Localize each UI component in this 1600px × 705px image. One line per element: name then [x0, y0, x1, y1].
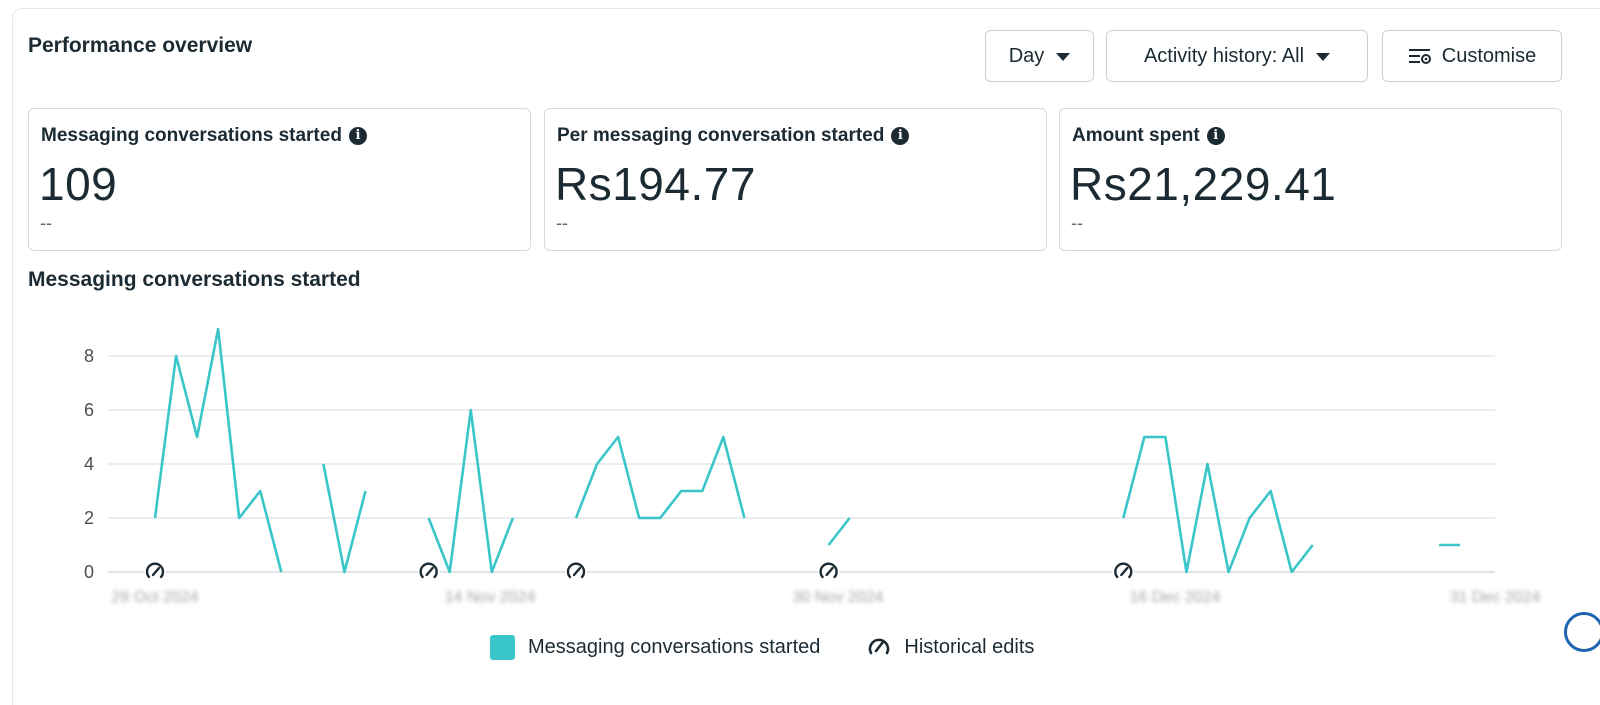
line-chart[interactable]: 0 2 4 6 8 29 Oct 2024 14 Nov 2024 30 Nov 2024 1… [0, 0, 1600, 704]
chart-legend: Messaging conversations started Historic… [490, 634, 1034, 660]
x-tick-label: 31 Dec 2024 [1450, 589, 1541, 606]
series-line-segment[interactable] [427, 408, 515, 574]
historical-edit-marker[interactable] [1112, 561, 1135, 583]
historical-edit-icon [869, 638, 890, 655]
x-tick-label: 16 Dec 2024 [1130, 589, 1221, 606]
y-tick-label: 6 [84, 400, 94, 420]
series-line-segment[interactable] [827, 517, 851, 546]
x-tick-label: 14 Nov 2024 [445, 589, 536, 606]
help-button[interactable] [1564, 612, 1600, 652]
historical-edit-marker[interactable] [565, 561, 587, 583]
legend-series-label: Messaging conversations started [528, 635, 821, 658]
historical-edit-marker[interactable] [144, 561, 166, 583]
y-tick-label: 4 [84, 454, 94, 474]
historical-edit-marker[interactable] [817, 561, 840, 583]
x-tick-label: 30 Nov 2024 [793, 589, 884, 606]
legend-item-historical-edits[interactable]: Historical edits [866, 634, 1034, 660]
series-line-segment[interactable] [153, 327, 283, 573]
series-line-segment[interactable] [574, 435, 746, 520]
y-tick-label: 8 [84, 346, 94, 366]
legend-swatch [490, 634, 515, 660]
series-line-segment[interactable] [1122, 435, 1314, 574]
legend-edits-label: Historical edits [904, 635, 1035, 658]
historical-edit-marker[interactable] [417, 561, 440, 583]
y-tick-label: 2 [84, 508, 94, 528]
legend-item-series[interactable]: Messaging conversations started [490, 634, 821, 660]
x-tick-label: 29 Oct 2024 [111, 589, 198, 606]
y-tick-label: 0 [84, 562, 94, 582]
